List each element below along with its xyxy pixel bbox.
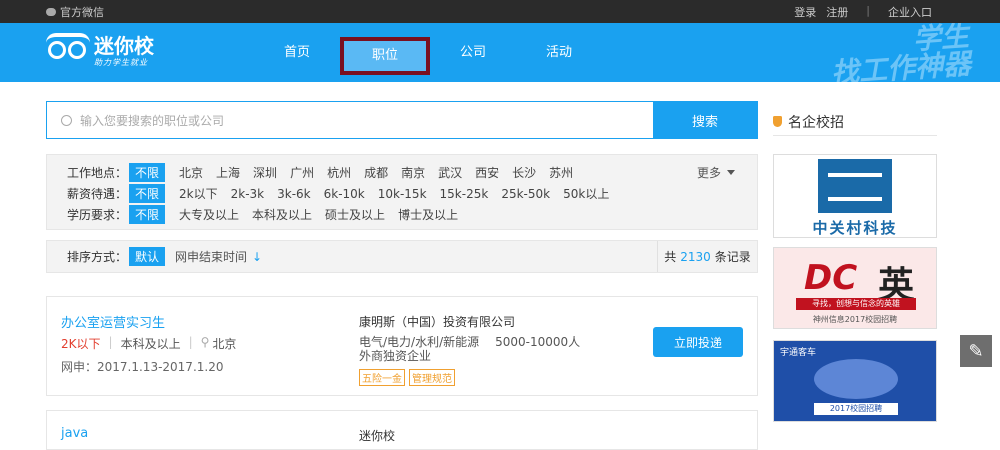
wechat-icon xyxy=(46,8,56,16)
filter-option[interactable]: 苏州 xyxy=(549,164,573,181)
education-filter: 学历要求： 不限 大专及以上 本科及以上 硕士及以上 博士及以上 xyxy=(67,204,757,225)
job-city: 北京 xyxy=(212,337,237,351)
top-bar: 官方微信 登录 注册 | 企业入口 xyxy=(0,0,1000,23)
nav-jobs[interactable]: 职位 xyxy=(340,37,430,75)
logo[interactable]: 迷你校 助力学生就业 xyxy=(46,33,154,69)
location-filter: 工作地点： 不限 北京 上海 深圳 广州 杭州 成都 南京 武汉 西安 长沙 苏… xyxy=(67,162,757,183)
job-title[interactable]: 办公室运营实习生 xyxy=(61,312,165,331)
company-info: 电气/电力/水利/新能源 5000-10000人 外商独资企业 xyxy=(359,335,581,363)
logo-title: 迷你校 xyxy=(94,33,154,58)
filter-option[interactable]: 3k-6k xyxy=(277,187,311,201)
tag: 五险一金 xyxy=(359,369,405,386)
nav-companies[interactable]: 公司 xyxy=(430,23,516,82)
more-filters-button[interactable]: 更多 xyxy=(697,164,735,181)
filter-option[interactable]: 西安 xyxy=(475,164,499,181)
nav-home[interactable]: 首页 xyxy=(254,23,340,82)
job-card: java 迷你校 xyxy=(46,410,758,450)
job-card: 办公室运营实习生 2K以下 | 本科及以上 | ⚲ 北京 网申：2017.1.1… xyxy=(46,296,758,396)
register-link[interactable]: 注册 xyxy=(826,4,848,20)
filter-option[interactable]: 不限 xyxy=(129,184,166,203)
filter-option[interactable]: 深圳 xyxy=(253,164,277,181)
filter-option[interactable]: 杭州 xyxy=(327,164,351,181)
main-nav: 首页 职位 公司 活动 xyxy=(254,23,602,82)
filter-option[interactable]: 北京 xyxy=(179,164,203,181)
filter-option[interactable]: 大专及以上 xyxy=(179,206,239,223)
company-logo-icon xyxy=(818,159,892,213)
header: 迷你校 助力学生就业 首页 职位 公司 活动 学生 找工作神器 xyxy=(0,23,1000,82)
sidebar: 名企校招 xyxy=(773,108,937,136)
filter-option[interactable]: 不限 xyxy=(129,205,166,224)
wechat-link[interactable]: 官方微信 xyxy=(46,4,104,20)
job-apply-dates: 网申：2017.1.13-2017.1.20 xyxy=(61,360,224,374)
banner-graphic xyxy=(814,359,898,399)
job-salary: 2K以下 xyxy=(61,337,101,351)
logo-subtitle: 助力学生就业 xyxy=(94,57,148,67)
sponsor-banner[interactable]: DC 英 寻找，创想与信念的英雄 神州信息2017校园招聘 xyxy=(773,247,937,329)
apply-button[interactable]: 立即投递 xyxy=(653,327,743,357)
filter-option[interactable]: 本科及以上 xyxy=(252,206,312,223)
filter-option[interactable]: 25k-50k xyxy=(501,187,550,201)
filter-option[interactable]: 武汉 xyxy=(438,164,462,181)
company-name[interactable]: 康明斯（中国）投资有限公司 xyxy=(359,313,515,330)
login-link[interactable]: 登录 xyxy=(794,4,816,20)
edit-icon[interactable]: ✎ xyxy=(960,335,992,367)
sort-default-button[interactable]: 默认 xyxy=(129,247,166,266)
job-title[interactable]: java xyxy=(61,426,88,441)
arrow-down-icon: ↓ xyxy=(252,250,263,264)
search-input[interactable]: 输入您要搜索的职位或公司 xyxy=(47,102,653,138)
filter-option[interactable]: 15k-25k xyxy=(440,187,489,201)
job-tags: 五险一金 管理规范 xyxy=(359,369,455,386)
filter-option[interactable]: 南京 xyxy=(401,164,425,181)
record-count: 共 2130 条记录 xyxy=(657,241,757,272)
job-meta: 2K以下 | 本科及以上 | ⚲ 北京 xyxy=(61,335,237,351)
filter-option[interactable]: 长沙 xyxy=(512,164,536,181)
filter-option[interactable]: 6k-10k xyxy=(324,187,365,201)
sidebar-title: 名企校招 xyxy=(773,108,937,136)
sort-deadline-button[interactable]: 网申结束时间 ↓ xyxy=(175,248,262,265)
filter-option[interactable]: 上海 xyxy=(216,164,240,181)
chevron-down-icon xyxy=(727,170,735,175)
filter-option[interactable]: 成都 xyxy=(364,164,388,181)
filter-option[interactable]: 广州 xyxy=(290,164,314,181)
search-icon xyxy=(61,114,72,126)
slogan: 学生 找工作神器 xyxy=(829,23,972,82)
location-pin-icon: ⚲ xyxy=(200,335,210,349)
sponsor-banner[interactable]: 宇通客车 2017校园招聘 xyxy=(773,340,937,422)
filter-option[interactable]: 10k-15k xyxy=(378,187,427,201)
filter-option[interactable]: 硕士及以上 xyxy=(325,206,385,223)
tag: 管理规范 xyxy=(409,369,455,386)
filter-panel: 工作地点： 不限 北京 上海 深圳 广州 杭州 成都 南京 武汉 西安 长沙 苏… xyxy=(46,154,758,230)
enterprise-link[interactable]: 企业入口 xyxy=(888,4,932,20)
company-name[interactable]: 迷你校 xyxy=(359,427,395,444)
search-button[interactable]: 搜索 xyxy=(653,102,757,138)
search-bar: 输入您要搜索的职位或公司 搜索 xyxy=(46,101,758,139)
filter-option[interactable]: 50k以上 xyxy=(563,185,609,202)
owl-logo-icon xyxy=(46,33,90,69)
filter-option[interactable]: 2k-3k xyxy=(231,187,265,201)
divider: | xyxy=(866,4,870,17)
filter-option[interactable]: 2k以下 xyxy=(179,185,218,202)
nav-events[interactable]: 活动 xyxy=(516,23,602,82)
sponsor-banner[interactable]: 中关村科技 xyxy=(773,154,937,238)
job-education: 本科及以上 xyxy=(120,337,181,351)
shield-icon xyxy=(773,116,782,127)
sort-bar: 排序方式： 默认 网申结束时间 ↓ 共 2130 条记录 xyxy=(46,240,758,273)
salary-filter: 薪资待遇： 不限 2k以下 2k-3k 3k-6k 6k-10k 10k-15k… xyxy=(67,183,757,204)
filter-option[interactable]: 博士及以上 xyxy=(398,206,458,223)
filter-option[interactable]: 不限 xyxy=(129,163,166,182)
